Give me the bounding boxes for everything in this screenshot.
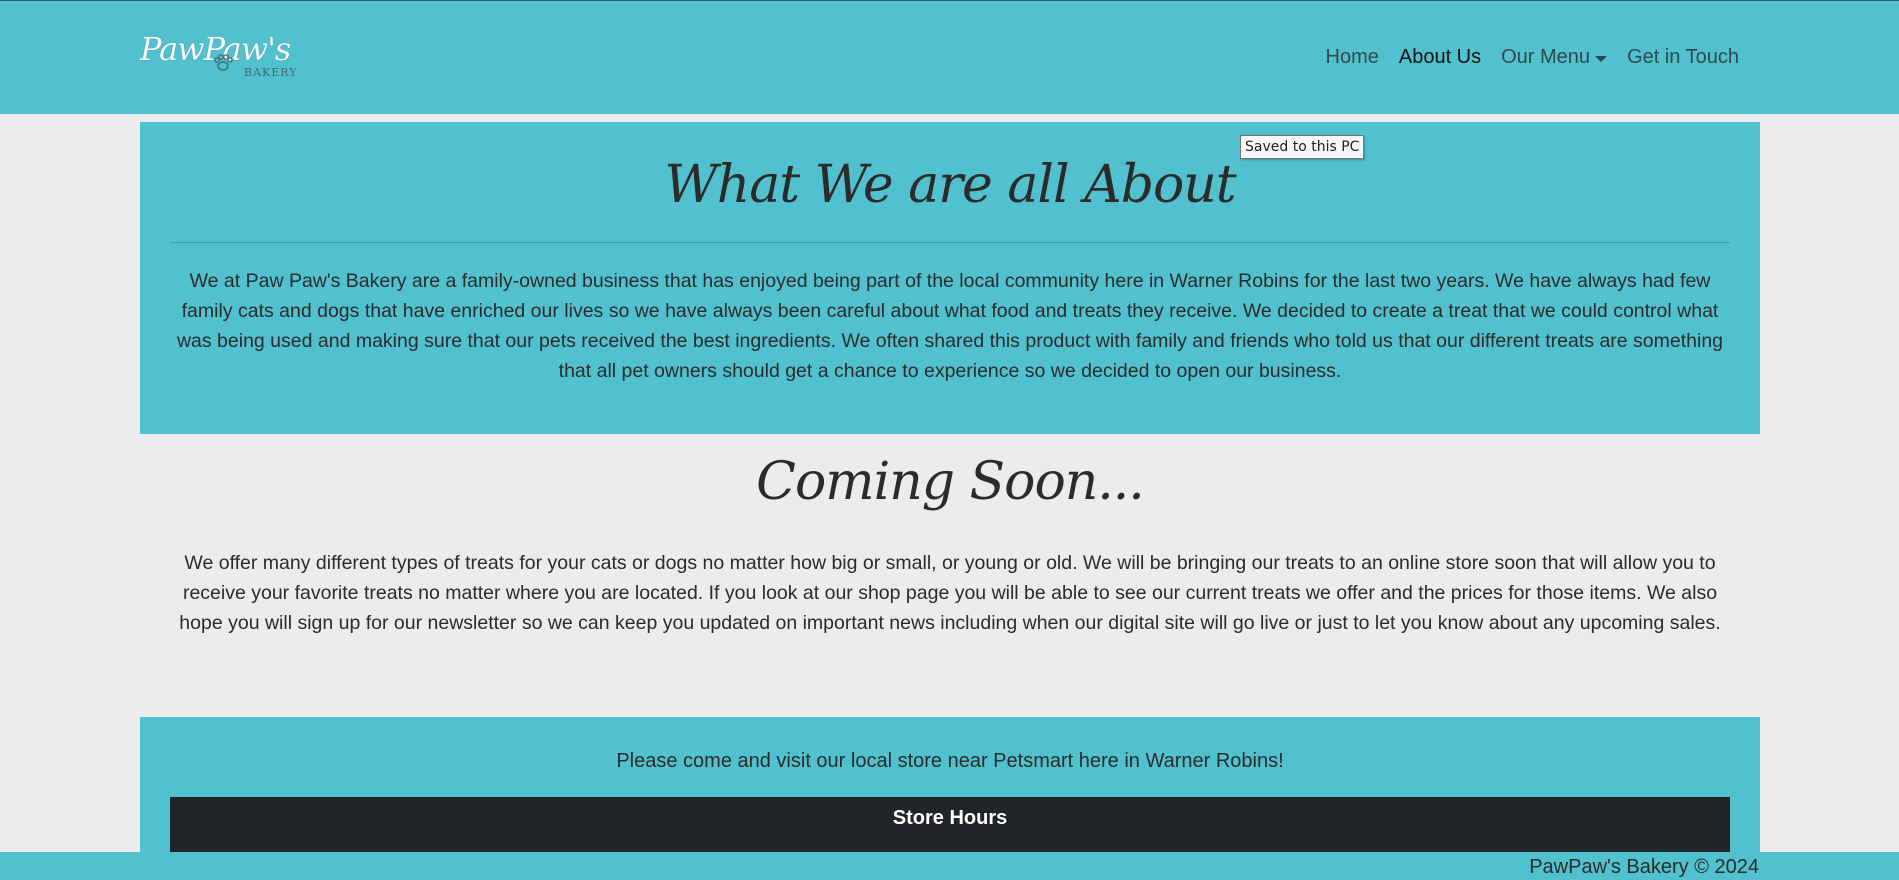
store-hours-title: Store Hours xyxy=(892,807,1008,829)
chevron-down-icon xyxy=(1595,55,1608,62)
store-hours-header: Store Hours xyxy=(170,797,1730,854)
about-paragraph: We at Paw Paw's Bakery are a family-owne… xyxy=(176,270,1724,382)
paw-icon xyxy=(214,54,233,71)
nav-menu-dropdown[interactable]: Our Menu xyxy=(1491,46,1617,69)
saved-tooltip: Saved to this PC xyxy=(1240,135,1365,159)
nav-contact-link[interactable]: Get in Touch xyxy=(1617,46,1749,69)
footer-copyright: PawPaw's Bakery © 2024 xyxy=(1529,856,1759,878)
about-section: What We are all About We at Paw Paw's Ba… xyxy=(140,122,1760,434)
footer: PawPaw's Bakery © 2024 xyxy=(0,852,1899,880)
visit-section: Please come and visit our local store ne… xyxy=(140,717,1760,854)
brand-logo[interactable]: PawPaw's BAKERY xyxy=(140,30,320,82)
nav-menu-label: Our Menu xyxy=(1501,46,1591,68)
about-heading: What We are all About xyxy=(664,155,1236,215)
logo-subtitle: BAKERY xyxy=(244,66,298,79)
coming-soon-heading: Coming Soon... xyxy=(756,452,1145,512)
main-nav: Home About Us Our Menu Get in Touch xyxy=(1316,46,1750,69)
nav-about-link[interactable]: About Us xyxy=(1389,46,1491,69)
about-divider xyxy=(170,242,1730,243)
coming-soon-paragraph: We offer many different types of treats … xyxy=(179,552,1721,634)
nav-home-link[interactable]: Home xyxy=(1316,46,1389,69)
visit-text: Please come and visit our local store ne… xyxy=(616,750,1284,772)
navbar: PawPaw's BAKERY Home About Us Our Menu G… xyxy=(0,1,1899,114)
